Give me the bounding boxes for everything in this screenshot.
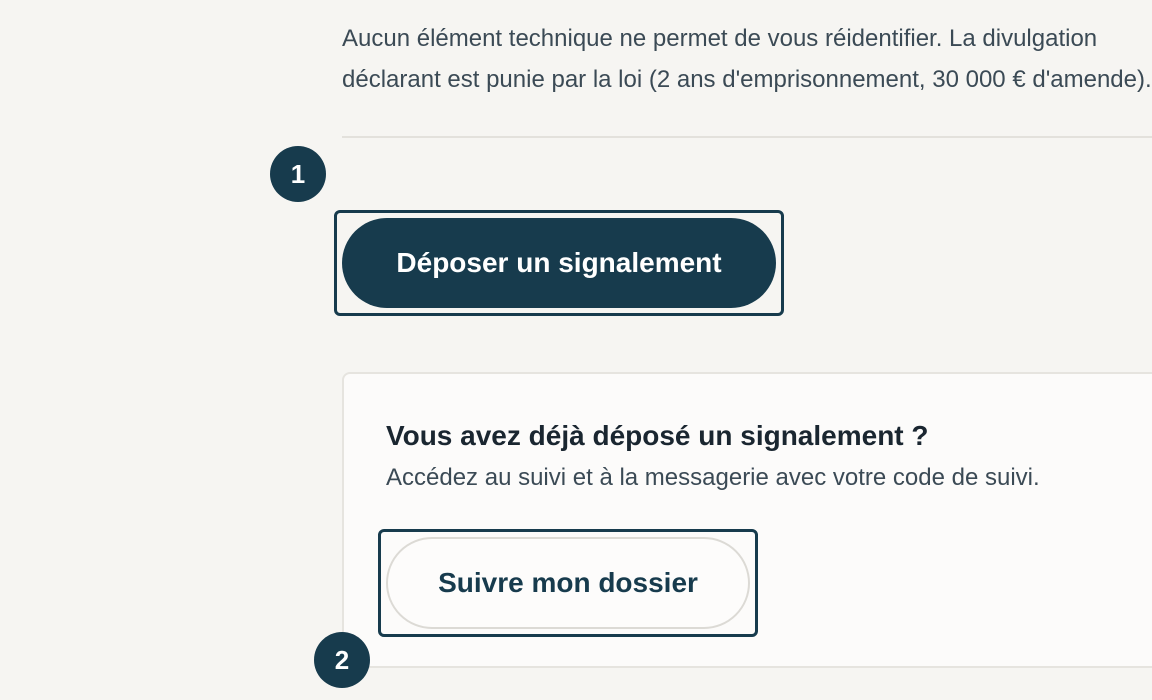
follow-up-heading: Vous avez déjà déposé un signalement ? (386, 420, 929, 451)
submit-report-button[interactable]: Déposer un signalement (342, 218, 776, 308)
step-marker-1: 1 (270, 146, 326, 202)
privacy-notice-line-1: Aucun élément technique ne permet de vou… (342, 25, 1098, 52)
privacy-notice-line-2: déclarant est punie par la loi (2 ans d'… (342, 66, 1152, 93)
step-marker-2: 2 (314, 632, 370, 688)
track-case-button[interactable]: Suivre mon dossier (386, 537, 750, 629)
section-divider (342, 136, 1152, 138)
follow-up-description: Accédez au suivi et à la messagerie avec… (386, 464, 1040, 491)
privacy-notice: Aucun élément technique ne permet de vou… (342, 18, 1152, 100)
